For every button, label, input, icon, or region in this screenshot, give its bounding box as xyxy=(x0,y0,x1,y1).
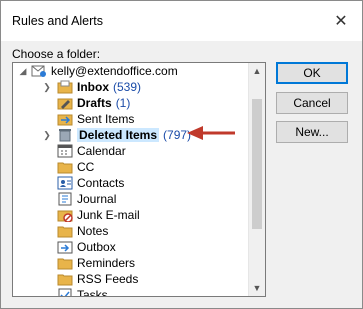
title-bar: Rules and Alerts ✕ xyxy=(1,1,362,41)
tree-row-notes[interactable]: Notes xyxy=(13,223,249,239)
folder-name: Tasks xyxy=(77,288,108,297)
tree-row-drafts[interactable]: Drafts (1) xyxy=(13,95,249,111)
notes-icon xyxy=(57,224,73,238)
cancel-button[interactable]: Cancel xyxy=(276,92,348,114)
tree-item-label: Deleted Items (797) xyxy=(77,127,191,143)
tree-item-label: CC xyxy=(77,159,94,175)
tree-row-contacts[interactable]: Contacts xyxy=(13,175,249,191)
tree-item-label: Notes xyxy=(77,223,108,239)
close-icon: ✕ xyxy=(334,13,348,30)
tree-row-junk-e-mail[interactable]: Junk E-mail xyxy=(13,207,249,223)
folder-name: Junk E-mail xyxy=(77,208,140,222)
tree-row-cc[interactable]: CC xyxy=(13,159,249,175)
collapse-icon[interactable]: ◢ xyxy=(17,63,29,79)
folder-icon xyxy=(57,160,73,174)
tree-row-calendar[interactable]: Calendar xyxy=(13,143,249,159)
tree-item-label: RSS Feeds xyxy=(77,271,138,287)
tree-scrollbar[interactable]: ▲ ▼ xyxy=(248,63,265,296)
expand-icon[interactable]: ❯ xyxy=(41,127,53,143)
contacts-icon xyxy=(57,176,73,190)
unread-count: (539) xyxy=(113,80,142,94)
folder-name: RSS Feeds xyxy=(77,272,139,286)
folder-name: Deleted Items xyxy=(79,128,158,142)
scroll-down-icon[interactable]: ▼ xyxy=(249,280,265,296)
deleted-icon xyxy=(57,128,73,142)
tree-item-label: Reminders xyxy=(77,255,135,271)
tree-item-label: Outbox xyxy=(77,239,116,255)
folder-name: Reminders xyxy=(77,256,136,270)
scroll-thumb[interactable] xyxy=(252,99,262,229)
tree-item-label: Sent Items xyxy=(77,111,134,127)
tree-item-label: Drafts (1) xyxy=(77,95,130,111)
folder-name: Contacts xyxy=(77,176,125,190)
tree-row-rss-feeds[interactable]: RSS Feeds xyxy=(13,271,249,287)
folder-tree[interactable]: ◢ kelly@extendoffice.com ❯ Inbox (539) Draf… xyxy=(12,62,266,297)
scroll-up-icon[interactable]: ▲ xyxy=(249,63,265,79)
tasks-icon xyxy=(57,288,73,296)
tree-row-outbox[interactable]: Outbox xyxy=(13,239,249,255)
junk-icon xyxy=(57,208,73,223)
tree-row-account[interactable]: ◢ kelly@extendoffice.com xyxy=(13,63,249,79)
choose-folder-label: Choose a folder: xyxy=(12,47,101,61)
expand-icon[interactable]: ❯ xyxy=(41,79,53,95)
journal-icon xyxy=(57,192,73,206)
tree-row-tasks[interactable]: Tasks xyxy=(13,287,249,297)
rules-and-alerts-dialog: Rules and Alerts ✕ Choose a folder: ◢ ke… xyxy=(0,0,363,309)
sent-icon xyxy=(57,112,73,126)
outbox-icon xyxy=(57,240,73,254)
tree-item-label: Tasks xyxy=(77,287,108,297)
tree-item-label: Junk E-mail xyxy=(77,207,140,223)
red-arrow-annotation xyxy=(187,126,235,140)
tree-item-label: Inbox (539) xyxy=(77,79,141,95)
ok-button[interactable]: OK xyxy=(276,62,348,84)
folder-name: Notes xyxy=(77,224,109,238)
tree-item-label: Calendar xyxy=(77,143,126,159)
drafts-icon xyxy=(57,96,73,110)
folder-icon xyxy=(57,272,73,286)
folder-name: Sent Items xyxy=(77,112,135,126)
tree-item-label: Contacts xyxy=(77,175,124,191)
folder-name: CC xyxy=(77,160,95,174)
tree-row-journal[interactable]: Journal xyxy=(13,191,249,207)
folder-name: Inbox xyxy=(77,80,109,94)
account-icon xyxy=(31,64,47,78)
tree-row-reminders[interactable]: Reminders xyxy=(13,255,249,271)
folder-name: Calendar xyxy=(77,144,126,158)
window-title: Rules and Alerts xyxy=(12,14,104,28)
close-button[interactable]: ✕ xyxy=(330,10,352,32)
folder-name: Drafts xyxy=(77,96,112,110)
calendar-icon xyxy=(57,144,73,158)
new-folder-button[interactable]: New... xyxy=(276,121,348,143)
account-label: kelly@extendoffice.com xyxy=(51,64,178,78)
folder-name: Journal xyxy=(77,192,117,206)
inbox-icon xyxy=(57,80,73,94)
folder-icon xyxy=(57,256,73,270)
unread-count: (1) xyxy=(115,96,131,110)
tree-row-inbox[interactable]: ❯ Inbox (539) xyxy=(13,79,249,95)
folder-name: Outbox xyxy=(77,240,116,254)
tree-item-label: Journal xyxy=(77,191,116,207)
